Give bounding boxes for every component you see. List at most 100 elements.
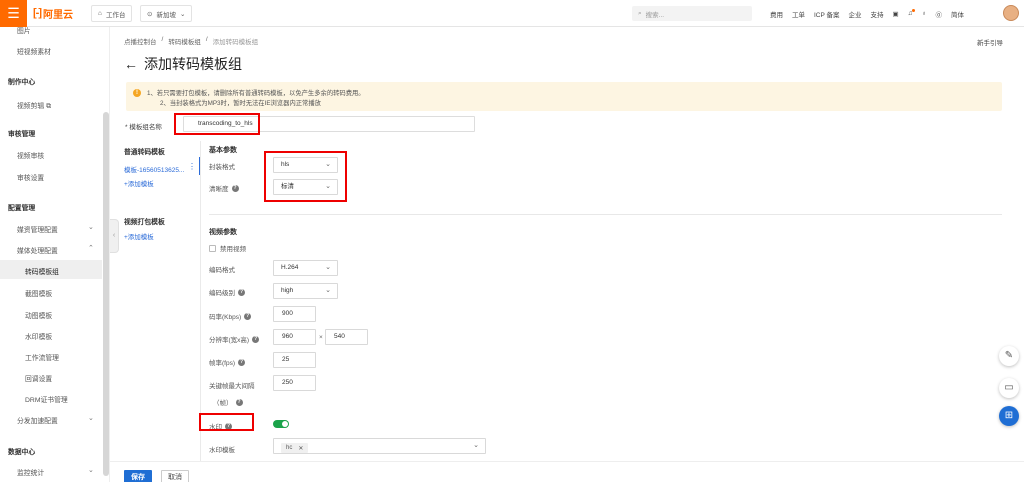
- chevron-down-icon[interactable]: ⌄: [88, 466, 94, 474]
- sidebar-item-short-video[interactable]: 短视频素材: [17, 46, 51, 56]
- checkbox-box[interactable]: [209, 244, 216, 252]
- search-input[interactable]: ⌕ 搜索...: [632, 6, 752, 21]
- add-normal-template-link[interactable]: +添加模板: [124, 178, 154, 188]
- region-selector[interactable]: ⊙ 新加坡 ⌄: [140, 5, 193, 22]
- disable-video-checkbox[interactable]: 禁用视频: [209, 243, 246, 253]
- help-icon[interactable]: ?: [238, 358, 245, 366]
- language-selector[interactable]: 简体: [951, 9, 964, 19]
- format-label-text: 封装格式: [209, 164, 235, 171]
- workbench-button[interactable]: ⌂ 工作台: [91, 5, 133, 22]
- chat-icon[interactable]: ▭: [999, 378, 1019, 398]
- gop-input[interactable]: 250: [273, 375, 316, 391]
- avatar[interactable]: [1003, 5, 1019, 21]
- close-icon[interactable]: ✕: [298, 445, 303, 452]
- warning-icon: !: [133, 89, 141, 97]
- apps-grid-icon[interactable]: ⊞: [999, 406, 1019, 426]
- help-icon[interactable]: ?: [231, 184, 239, 192]
- help-icon[interactable]: ?: [244, 312, 252, 320]
- basic-params-title: 基本参数: [209, 147, 237, 154]
- codec-select[interactable]: H.264 ⌄: [273, 260, 338, 276]
- cancel-button[interactable]: 取消: [161, 470, 189, 482]
- add-package-template-link[interactable]: +添加模板: [124, 231, 154, 241]
- sidebar-item-gif[interactable]: 动图模板: [25, 310, 52, 320]
- watermark-toggle[interactable]: [273, 420, 289, 428]
- help-icon[interactable]: ?: [235, 398, 243, 406]
- more-options-icon[interactable]: ⋮: [188, 162, 196, 171]
- top-link-tickets[interactable]: 工单: [792, 9, 805, 19]
- codec-value: H.264: [281, 264, 299, 271]
- bell-icon[interactable]: ♫: [908, 9, 915, 17]
- sidebar-item-transcode-group[interactable]: 转码模板组: [25, 266, 59, 276]
- sidebar-group-config: 配置管理: [8, 205, 36, 212]
- message-icon[interactable]: ▣: [893, 10, 899, 18]
- breadcrumb-console[interactable]: 点播控制台: [124, 36, 157, 46]
- watermark-template-label: 水印模板: [209, 444, 235, 454]
- lightbulb-icon[interactable]: ♁: [922, 10, 927, 17]
- help-icon[interactable]: ?: [252, 335, 260, 343]
- gop-unit-text: （帧）: [213, 400, 233, 407]
- fps-label: 帧率(fps)?: [209, 357, 245, 367]
- edit-icon[interactable]: ✎: [999, 346, 1019, 366]
- watermark-tag-label: hc: [286, 445, 293, 451]
- sidebar-item-processing-config[interactable]: 媒体处理配置: [17, 245, 58, 255]
- bitrate-input[interactable]: 900: [273, 306, 316, 322]
- page-title: ← 添加转码模板组: [124, 54, 242, 74]
- logo-text: 阿里云: [43, 9, 73, 21]
- sidebar-item-media-config[interactable]: 媒资管理配置: [17, 224, 58, 234]
- region-label: 新加坡: [156, 11, 176, 19]
- sidebar-item-review-settings[interactable]: 审核设置: [17, 172, 44, 182]
- annotation-highlight-box: [174, 113, 260, 135]
- save-button[interactable]: 保存: [124, 470, 152, 482]
- sidebar-item-video-review[interactable]: 视频审核: [17, 150, 44, 160]
- chevron-down-icon[interactable]: ⌄: [88, 223, 94, 231]
- back-arrow-icon[interactable]: ←: [124, 56, 138, 72]
- top-link-icp[interactable]: ICP 备案: [814, 9, 840, 19]
- top-link-support[interactable]: 支持: [871, 9, 884, 19]
- home-icon: ⌂: [98, 10, 102, 17]
- sidebar-scrollbar[interactable]: [103, 112, 109, 476]
- gop-label: 关键帧最大间隔: [209, 380, 255, 390]
- sidebar-item-images[interactable]: 图片: [17, 27, 31, 35]
- package-template-title: 视频打包模板: [124, 219, 165, 226]
- sidebar-item-drm[interactable]: DRM证书管理: [25, 394, 68, 404]
- chevron-down-icon: ⌄: [473, 442, 479, 449]
- chevron-down-icon: ⌄: [325, 287, 331, 294]
- video-params-title: 视频参数: [209, 229, 237, 236]
- chevron-up-icon[interactable]: ⌃: [88, 244, 94, 252]
- template-list-item[interactable]: 模板-16560513625...: [124, 164, 184, 174]
- sidebar-item-video-editing[interactable]: 视频剪辑 ⧉: [17, 100, 51, 111]
- sidebar-group-production: 制作中心: [8, 79, 36, 86]
- workbench-label: 工作台: [105, 11, 126, 19]
- width-input[interactable]: 960: [273, 329, 316, 345]
- page-title-text: 添加转码模板组: [144, 56, 242, 72]
- search-icon: ⌕: [638, 9, 642, 17]
- help-icon[interactable]: ?: [238, 288, 245, 296]
- chevron-down-icon: ⌄: [325, 264, 331, 271]
- breadcrumb-transcode-group[interactable]: 转码模板组: [168, 36, 201, 46]
- top-link-enterprise[interactable]: 企业: [849, 9, 862, 19]
- sidebar-item-distribution[interactable]: 分发加速配置: [17, 415, 58, 425]
- resolution-label-text: 分辨率(宽x高): [209, 337, 250, 344]
- profile-select[interactable]: high ⌄: [273, 283, 338, 299]
- definition-label: 清晰度?: [209, 183, 239, 193]
- sidebar-item-watermark[interactable]: 水印模板: [25, 331, 52, 341]
- height-input[interactable]: 540: [325, 329, 368, 345]
- top-links: 费用 工单 ICP 备案 企业 支持 ▣ ♫ ♁ ⓪ 简体: [770, 0, 964, 27]
- help-icon[interactable]: ⓪: [935, 9, 942, 19]
- watermark-template-label-text: 水印模板: [209, 447, 235, 454]
- sidebar-item-snapshot[interactable]: 截图模板: [25, 288, 52, 298]
- beginner-guide-link[interactable]: 新手引导: [977, 37, 1003, 47]
- menu-icon[interactable]: ☰: [0, 0, 27, 27]
- chevron-down-icon[interactable]: ⌄: [88, 414, 94, 422]
- external-link-icon: ⧉: [46, 103, 51, 110]
- top-link-fees[interactable]: 费用: [770, 9, 783, 19]
- logo[interactable]: [-] 阿里云: [33, 6, 73, 21]
- section-divider: [209, 214, 1002, 215]
- sidebar-item-callback[interactable]: 回调设置: [25, 373, 52, 383]
- sidebar-item-workflow[interactable]: 工作流管理: [25, 352, 59, 362]
- notice-banner: ! 1、若只需要打包模板，请删除所有普通转码模板，以免产生多余的转码费用。 2、…: [126, 82, 1002, 111]
- sidebar-item-monitoring[interactable]: 监控统计: [17, 467, 44, 477]
- fps-input[interactable]: 25: [273, 352, 316, 368]
- breadcrumb: 点播控制台 / 转码模板组 / 添加转码模板组: [124, 36, 258, 46]
- toggle-knob: [282, 421, 288, 427]
